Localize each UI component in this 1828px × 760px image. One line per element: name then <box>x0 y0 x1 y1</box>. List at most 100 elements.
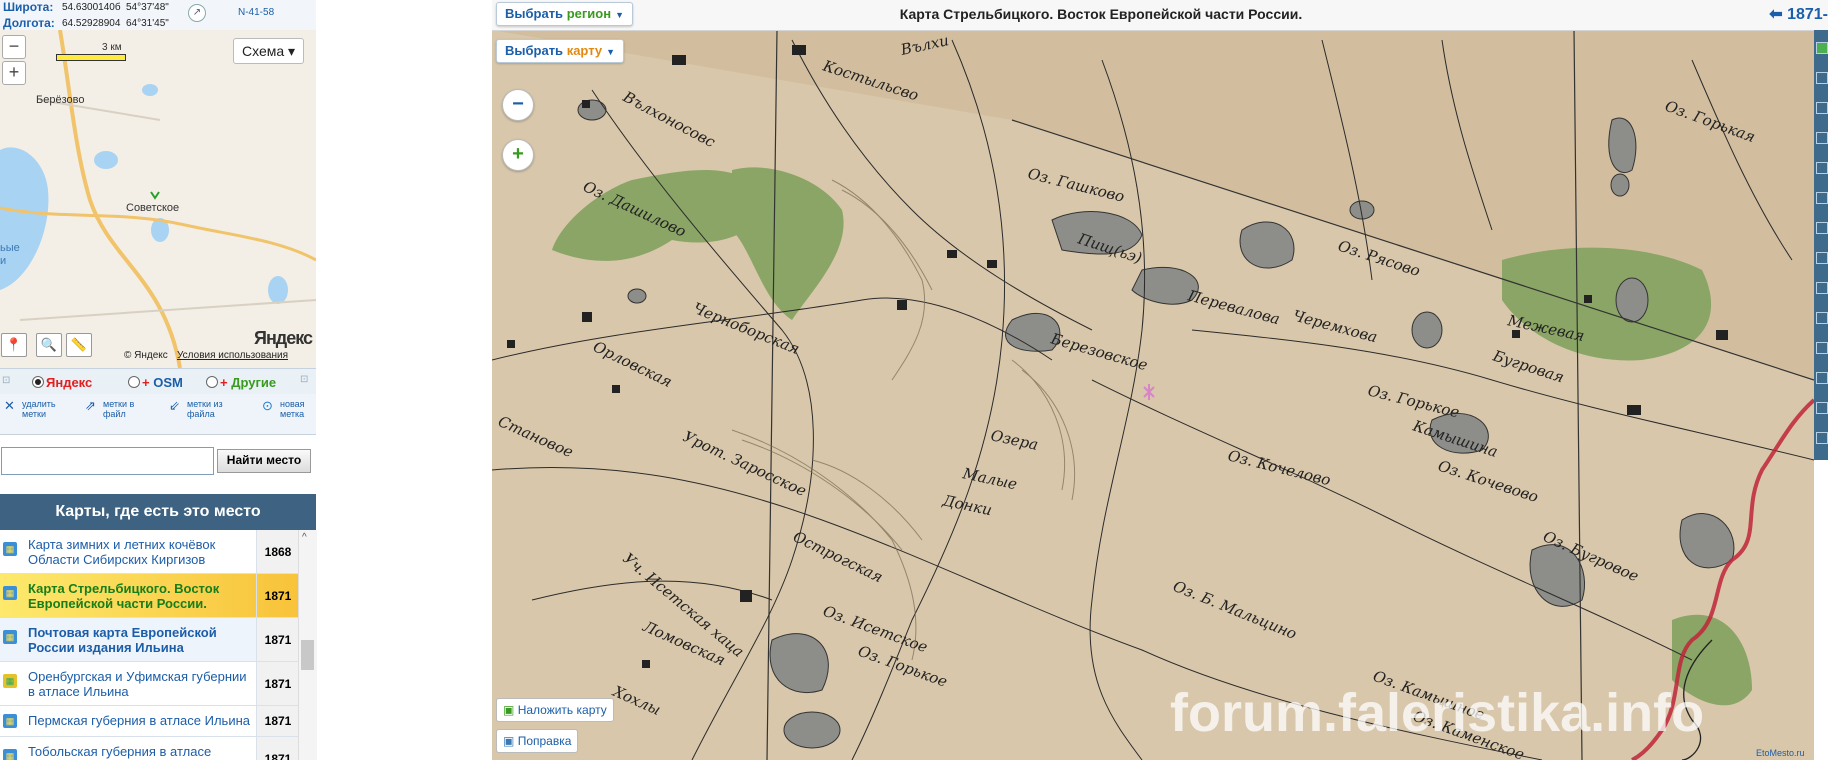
source-yandex[interactable]: Яндекс <box>32 375 92 390</box>
tool-icon[interactable] <box>1816 312 1828 324</box>
ruler-tool-icon[interactable]: 📏 <box>66 333 92 357</box>
export-icon: ⇗ <box>85 398 96 413</box>
list-scrollbar[interactable]: ^ <box>298 530 317 760</box>
list-item-selected[interactable]: ▦ Карта Стрельбицкого. Восток Европейско… <box>0 574 298 618</box>
maps-list: ▦ Карта зимних и летних кочёвок Области … <box>0 530 298 760</box>
magnifier-tool-icon[interactable]: 🔍 <box>36 333 62 357</box>
map-label: Урот. Заросское <box>680 427 809 500</box>
credit-link[interactable]: EtoMesto.ru <box>1756 748 1805 758</box>
mk-line: файла <box>187 409 215 419</box>
minimap-zoom-out-button[interactable]: − <box>2 35 26 59</box>
tool-icon[interactable] <box>1816 432 1828 444</box>
marks-toolbar: ✕ удалить метки ⇗ метки в файл ⇙ метки из файл… <box>0 394 316 435</box>
radio-icon <box>32 376 44 388</box>
correction-button[interactable]: ▣ Поправка <box>496 729 579 753</box>
mk-line: удалить <box>22 399 56 409</box>
tool-icon[interactable] <box>1816 192 1828 204</box>
yandex-logo: Яндекс <box>254 328 313 348</box>
tool-icon[interactable] <box>1816 162 1828 174</box>
list-item[interactable]: ▦ Карта зимних и летних кочёвок Области … <box>0 530 298 574</box>
select-map-text: Выбрать <box>505 43 564 58</box>
scroll-thumb[interactable] <box>301 640 314 670</box>
right-toolbar <box>1814 30 1828 460</box>
list-item[interactable]: ▦ Тобольская губерния в атласе 1871 <box>0 737 298 760</box>
list-item-title[interactable]: Оренбургская и Уфимская губернии в атлас… <box>28 669 253 699</box>
list-item[interactable]: ▦ Оренбургская и Уфимская губернии в атл… <box>0 662 298 706</box>
map-icon: ▦ <box>3 542 17 556</box>
map-label: Березовское <box>1048 329 1150 374</box>
marks-to-file-button[interactable]: ⇗ метки в файл <box>85 399 135 419</box>
map-zoom-out-button[interactable]: − <box>502 89 534 121</box>
terms-link[interactable]: Условия использования <box>177 350 288 361</box>
list-item-title[interactable]: Карта зимних и летних кочёвок Области Си… <box>28 537 253 567</box>
select-map-accent: карту <box>566 43 603 58</box>
list-item-title[interactable]: Тобольская губерния в атласе <box>28 744 253 759</box>
list-item-title[interactable]: Карта Стрельбицкого. Восток Европейской … <box>28 581 253 611</box>
mk-line: метки <box>22 409 46 419</box>
list-item-year: 1868 <box>256 530 298 573</box>
list-item-title[interactable]: Пермская губерния в атласе Ильина <box>28 713 253 728</box>
map-icon: ▦ <box>3 749 17 760</box>
tool-icon[interactable] <box>1816 372 1828 384</box>
mk-line: метки в <box>103 399 135 409</box>
lat-decimal: 54.6300140б <box>62 2 121 13</box>
compass-icon[interactable]: ↗ <box>188 4 206 22</box>
lon-dms: 64°31'45" <box>126 18 169 29</box>
chevron-up-icon[interactable]: ^ <box>302 532 307 543</box>
year-link[interactable]: ⬅ 1871- <box>1769 4 1828 24</box>
radio-icon <box>206 376 218 388</box>
collapse-icon[interactable]: ⊡ <box>2 375 10 386</box>
list-item[interactable]: ▦ Почтовая карта Европейской России изда… <box>0 618 298 662</box>
import-icon: ⇙ <box>169 398 180 413</box>
tool-icon[interactable] <box>1816 402 1828 414</box>
map-icon: ▦ <box>3 714 17 728</box>
plus-icon: + <box>220 375 228 390</box>
map-label: Хохлы <box>609 682 663 719</box>
pin-tool-icon[interactable]: 📍 <box>1 333 27 357</box>
map-label: Оз. Кочелово <box>1226 446 1332 489</box>
source-others[interactable]: + Другие <box>206 375 276 390</box>
map-type-select[interactable]: Схема ▾ <box>233 38 305 64</box>
expand-icon[interactable]: ⊡ <box>300 374 308 385</box>
map-label: Бугровая <box>1490 346 1566 386</box>
overlay-map-button[interactable]: ▣ Наложить карту <box>496 698 614 722</box>
list-item-title[interactable]: Почтовая карта Европейской России издани… <box>28 625 253 655</box>
select-map-button[interactable]: Выбрать карту ▼ <box>496 39 625 63</box>
new-mark-button[interactable]: ⊙ новая метка <box>262 399 305 419</box>
tool-icon[interactable] <box>1816 252 1828 264</box>
marks-from-file-button[interactable]: ⇙ метки из файла <box>169 399 223 419</box>
map-drawing: Вълхоносовс Костыльсво Вълхи Оз. Дашилов… <box>492 29 1814 760</box>
map-label: Оз. Горькое <box>856 642 950 691</box>
list-item-year: 1871 <box>256 574 298 617</box>
tool-icon[interactable] <box>1816 102 1828 114</box>
search-input[interactable] <box>1 447 214 475</box>
delete-icon: ✕ <box>4 398 15 413</box>
tool-icon[interactable] <box>1816 222 1828 234</box>
tool-icon[interactable] <box>1816 42 1828 54</box>
scale-bar <box>56 54 126 61</box>
find-place-button[interactable]: Найти место <box>217 449 311 473</box>
source-osm-label: OSM <box>153 375 183 390</box>
chevron-down-icon: ▼ <box>606 47 616 57</box>
correction-label: Поправка <box>517 734 572 748</box>
sheet-code[interactable]: N-41-58 <box>238 7 274 18</box>
minimap[interactable]: − + 3 км Схема ▾ Берёзово Советское ьые … <box>0 30 316 368</box>
water-label: и <box>0 255 7 267</box>
tool-icon[interactable] <box>1816 282 1828 294</box>
tool-icon[interactable] <box>1816 342 1828 354</box>
left-panel: Широта: 54.6300140б 54°37'48" Долгота: 6… <box>0 0 317 760</box>
minimap-zoom-in-button[interactable]: + <box>2 61 26 85</box>
back-arrow-icon: ⬅ <box>1769 6 1783 23</box>
map-icon: ▦ <box>3 674 17 688</box>
list-item-year: 1871 <box>256 618 298 661</box>
source-osm[interactable]: + OSM <box>128 375 183 390</box>
minimap-background <box>0 30 316 368</box>
historical-map[interactable]: Вълхоносовс Костыльсво Вълхи Оз. Дашилов… <box>492 0 1814 760</box>
list-item[interactable]: ▦ Пермская губерния в атласе Ильина 1871 <box>0 706 298 737</box>
delete-marks-button[interactable]: ✕ удалить метки <box>4 399 56 419</box>
pin-icon: ⊙ <box>262 398 273 413</box>
tool-icon[interactable] <box>1816 132 1828 144</box>
tool-icon[interactable] <box>1816 72 1828 84</box>
map-label: Озера <box>989 426 1040 454</box>
map-zoom-in-button[interactable]: + <box>502 139 534 171</box>
